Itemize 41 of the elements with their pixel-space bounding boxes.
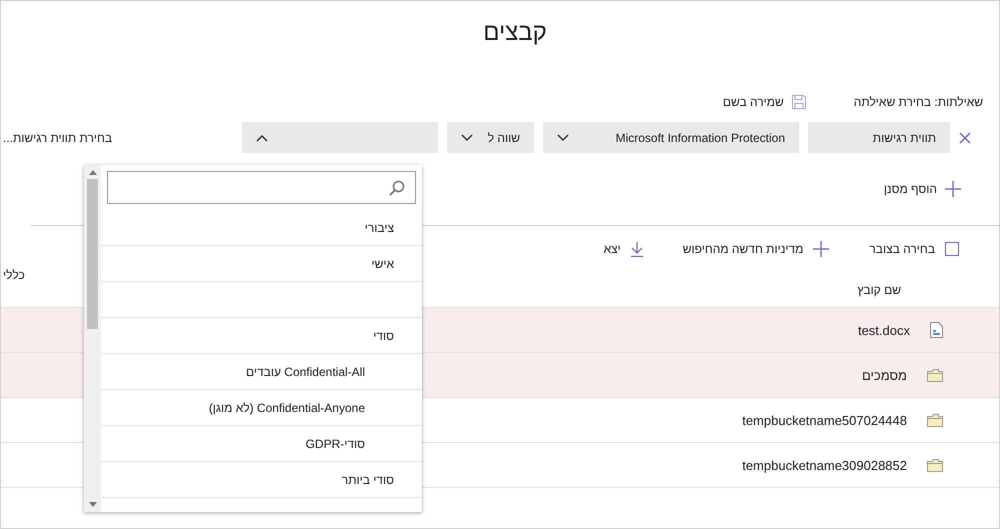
- chevron-down-icon: [461, 134, 473, 142]
- folder-icon: [927, 368, 943, 382]
- column-header[interactable]: שם קובץ: [857, 283, 999, 307]
- hint-text: בחירת תווית רגישות...: [2, 130, 112, 144]
- operator-dropdown[interactable]: שווה ל: [447, 122, 534, 153]
- file-name: test.docx: [858, 322, 910, 338]
- dropdown-option[interactable]: Confidential-Anyone (לא מוגן): [101, 390, 422, 426]
- save-as-button[interactable]: שמירה בשם: [722, 95, 806, 109]
- scrollbar[interactable]: [84, 165, 101, 512]
- folder-icon: [927, 414, 943, 426]
- file-name: מסמכים: [862, 368, 907, 382]
- plus-icon: [945, 181, 961, 197]
- scroll-up-icon[interactable]: [88, 170, 96, 175]
- dropdown-option[interactable]: אישי: [101, 246, 422, 282]
- export-button[interactable]: יצא: [604, 242, 643, 256]
- new-policy-button[interactable]: מדיניות חדשה מהחיפוש: [682, 241, 830, 257]
- field-dropdown[interactable]: תווית רגישות: [808, 122, 950, 153]
- select-all-checkbox[interactable]: בחירה בצובר: [869, 242, 959, 256]
- query-label[interactable]: שאילתות: בחירת שאילתה: [854, 95, 983, 109]
- page-title: קבצים: [482, 18, 548, 48]
- file-name: tempbucketname507024448: [742, 412, 907, 428]
- add-filter-button[interactable]: הוסף מסנן: [884, 181, 961, 197]
- chevron-down-icon: [557, 134, 569, 142]
- scroll-down-icon[interactable]: [88, 502, 96, 507]
- close-icon[interactable]: [959, 132, 971, 144]
- search-icon: [389, 180, 405, 196]
- dropdown-option[interactable]: ציבורי: [101, 210, 422, 246]
- save-icon: [792, 95, 806, 109]
- source-dropdown[interactable]: Microsoft Information Protection: [543, 122, 799, 153]
- dropdown-option[interactable]: סודי ביותר: [101, 462, 422, 498]
- plus-icon: [813, 241, 830, 257]
- chevron-up-icon: [256, 134, 268, 142]
- column-header[interactable]: כללי: [1, 268, 25, 307]
- dropdown-option[interactable]: Confidential-All עובדים: [101, 354, 422, 390]
- file-name: tempbucketname309028852: [742, 458, 907, 472]
- search-field[interactable]: [107, 171, 416, 204]
- dropdown-option[interactable]: סודי-GDPR: [101, 426, 422, 462]
- dropdown-option[interactable]: סודי: [101, 318, 422, 354]
- document-icon: [930, 322, 943, 338]
- folder-icon: [927, 458, 943, 472]
- download-icon: [630, 242, 643, 256]
